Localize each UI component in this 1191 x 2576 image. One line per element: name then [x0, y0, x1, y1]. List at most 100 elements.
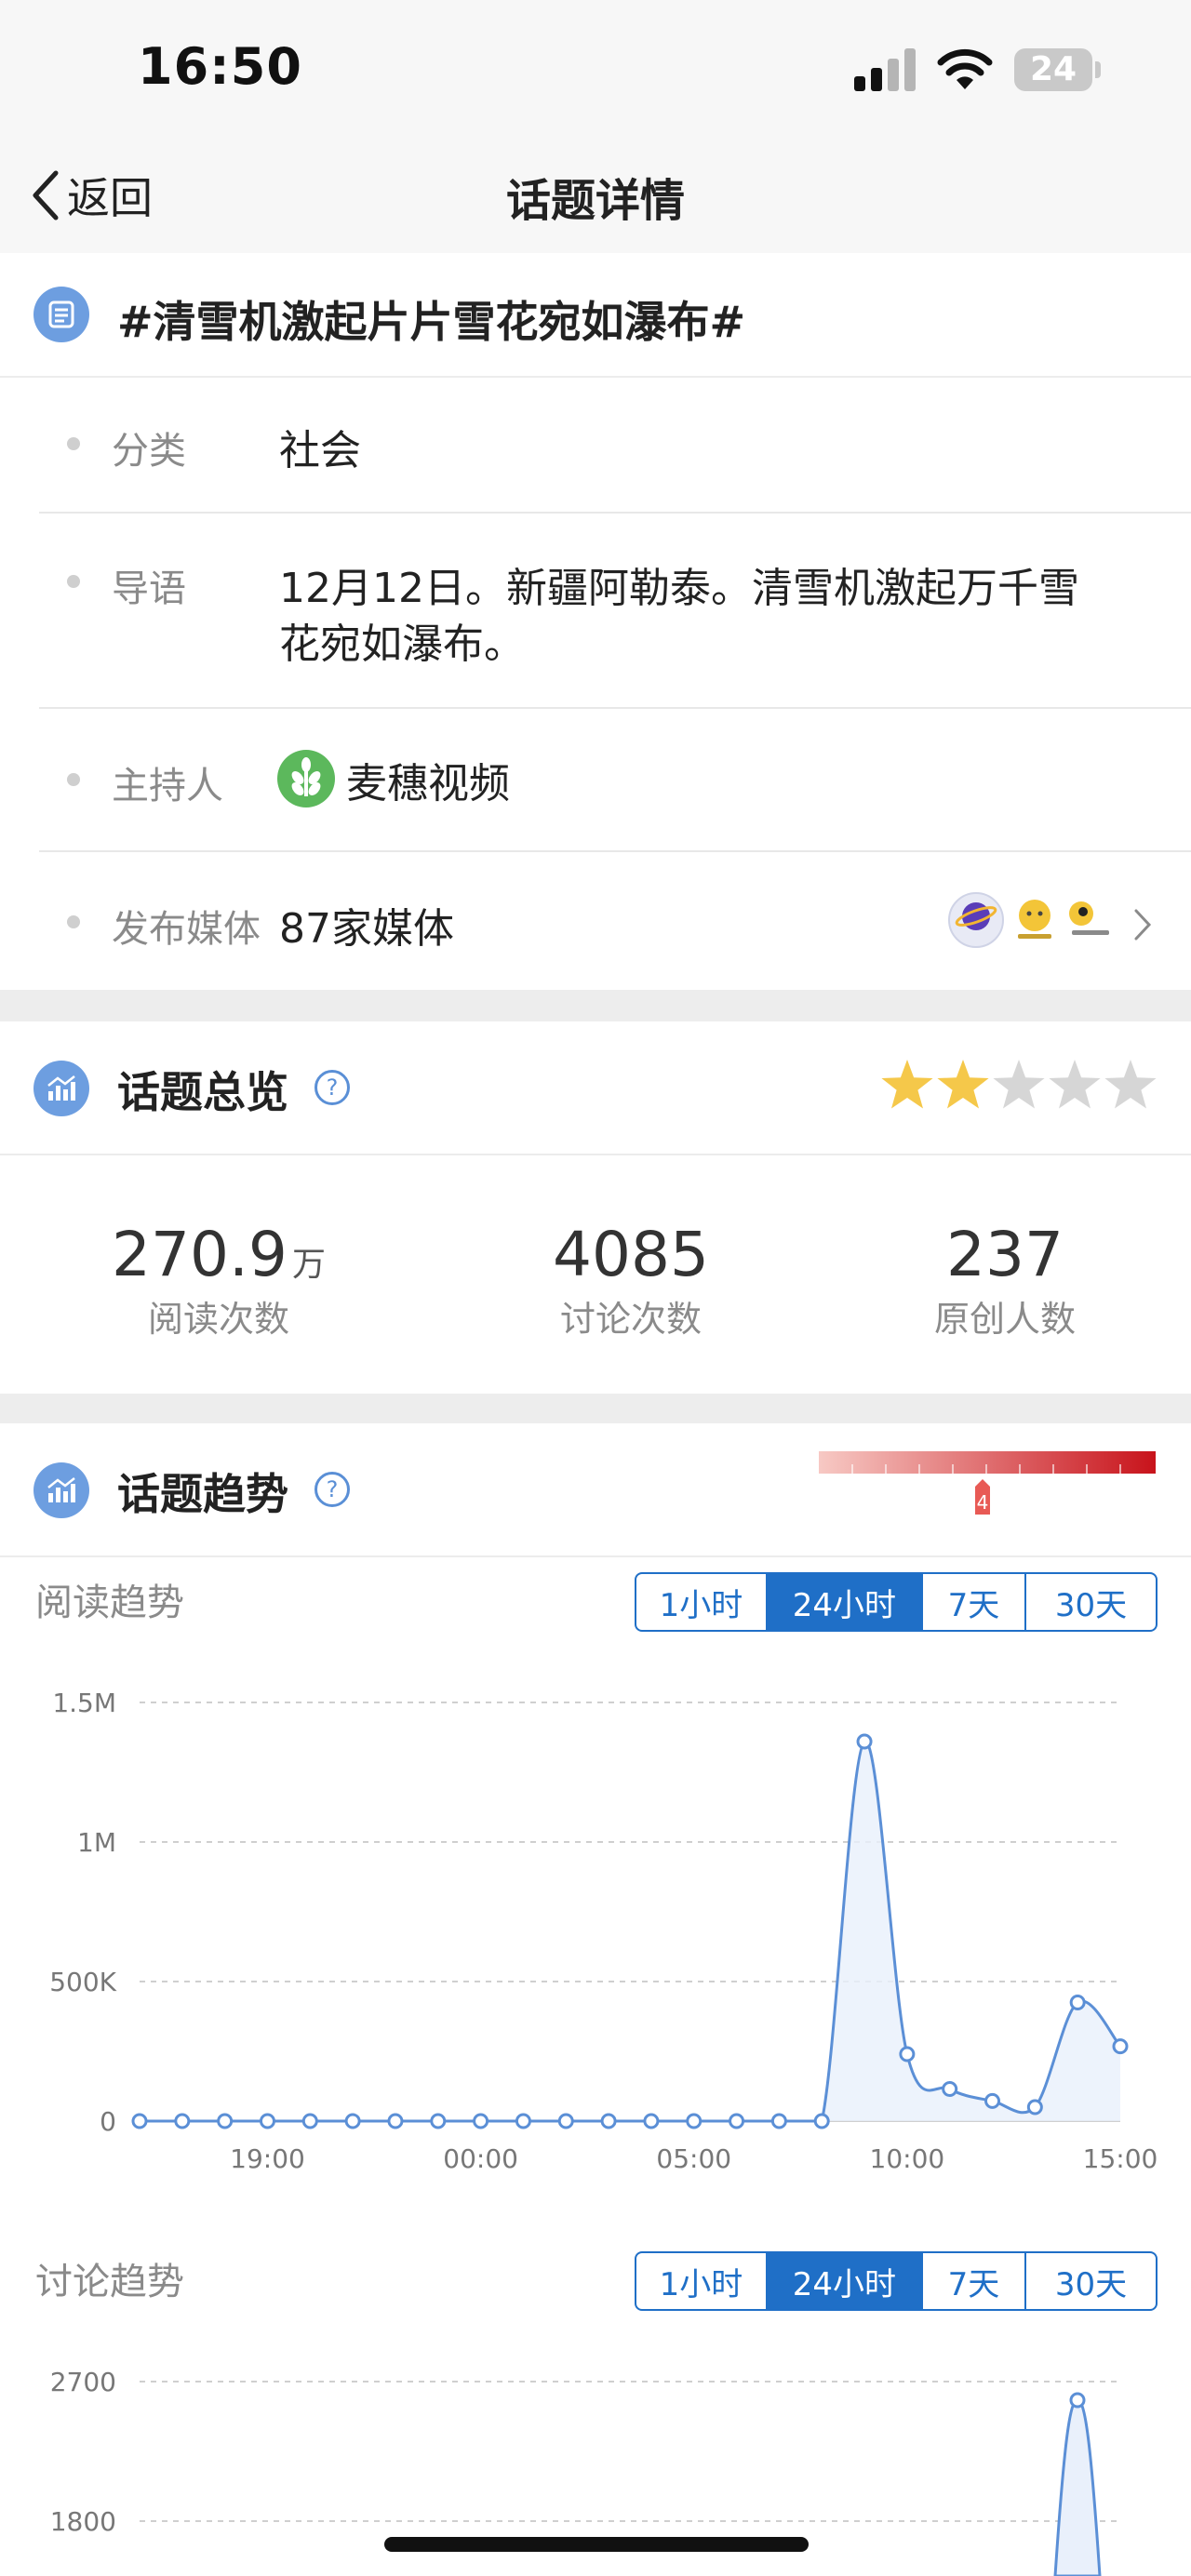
x-tick-label: 05:00 [656, 2143, 731, 2174]
data-point [643, 2113, 660, 2129]
star-filled-icon [937, 1060, 989, 1109]
help-icon[interactable]: ? [314, 1070, 350, 1105]
host-avatar-icon [277, 750, 335, 808]
stat-original: 237 原创人数 [819, 1219, 1191, 1341]
discuss-chart-title: 讨论趋势 [35, 2261, 184, 2303]
data-point [984, 2092, 1001, 2109]
topic-list-icon [33, 287, 89, 342]
section-divider [0, 1394, 1191, 1423]
nav-bar: 话题详情 返回 [0, 140, 1191, 255]
bullet-dot [67, 575, 80, 588]
data-point [686, 2113, 703, 2129]
stat-discuss-label: 讨论次数 [559, 1299, 702, 1340]
overview-stats: 270.9 万 阅读次数 4085 讨论次数 237 原创人数 [0, 1154, 1191, 1394]
range-tab-30d[interactable]: 30天 [1024, 2253, 1156, 2309]
data-point [131, 2113, 148, 2129]
data-point [770, 2113, 787, 2129]
data-point [1026, 2099, 1043, 2116]
media-label: 发布媒体 [112, 908, 261, 951]
y-tick-label: 1.5M [52, 1688, 116, 1718]
home-indicator [384, 2537, 809, 2552]
trend-header: 话题趋势 ? 4 [0, 1423, 1191, 1557]
range-tab-1h[interactable]: 1小时 [636, 1574, 766, 1630]
series-line [140, 1740, 1122, 2123]
page-title: 话题详情 [505, 175, 685, 227]
bullet-dot [67, 773, 80, 786]
data-point [813, 2113, 830, 2129]
media-logo-1-icon [948, 892, 1004, 948]
y-tick-label: 1M [77, 1827, 116, 1858]
y-tick-label: 0 [100, 2106, 116, 2137]
star-empty-icon [1104, 1060, 1157, 1109]
x-tick-label: 00:00 [443, 2143, 518, 2174]
data-point [217, 2113, 234, 2129]
battery-tip [1095, 61, 1101, 78]
data-point [899, 2046, 916, 2062]
data-point [430, 2113, 447, 2129]
overview-title: 话题总览 [117, 1067, 288, 1117]
media-value: 87家媒体 [279, 905, 454, 953]
status-bar: 16:50 24 [0, 0, 1191, 140]
x-tick-label: 19:00 [230, 2143, 305, 2174]
back-button[interactable]: 返回 [28, 166, 153, 225]
media-logo-2-icon [1018, 900, 1051, 939]
range-tab-30d[interactable]: 30天 [1024, 1574, 1156, 1630]
wifi-icon [937, 48, 993, 89]
range-tab-24h[interactable]: 24小时 [766, 2253, 921, 2309]
host-label: 主持人 [112, 765, 223, 808]
discuss-range-tabs[interactable]: 1小时 24小时 7天 30天 [635, 2251, 1158, 2311]
cellular-signal-icon [854, 48, 916, 91]
stat-original-label: 原创人数 [933, 1299, 1076, 1340]
data-point [387, 2113, 404, 2129]
chevron-right-icon[interactable] [1131, 906, 1154, 943]
heat-scale: 4 [819, 1451, 1156, 1515]
y-tick-label: 2700 [50, 2367, 116, 2397]
overview-header: 话题总览 ? [0, 1021, 1191, 1155]
y-tick-label: 500K [49, 1967, 116, 1997]
stat-discuss: 4085 讨论次数 [409, 1219, 852, 1341]
status-time: 16:50 [138, 37, 302, 96]
battery-icon: 24 [1014, 48, 1092, 91]
topic-header: #清雪机激起片片雪花宛如瀑布# [0, 253, 1191, 378]
intro-row: 导语 12月12日。新疆阿勒泰。清雪机激起万千雪 花宛如瀑布。 [39, 514, 1191, 709]
intro-label: 导语 [112, 567, 186, 610]
topic-title: #清雪机激起片片雪花宛如瀑布# [117, 297, 746, 347]
data-point [515, 2113, 531, 2129]
chart-bar-icon [33, 1061, 89, 1116]
back-label: 返回 [67, 173, 153, 223]
media-row[interactable]: 发布媒体 87家媒体 [39, 852, 1191, 990]
y-tick-label: 1800 [50, 2506, 116, 2537]
range-tab-7d[interactable]: 7天 [920, 2253, 1024, 2309]
stat-read-unit: 万 [292, 1246, 327, 1284]
range-tab-24h[interactable]: 24小时 [766, 1574, 921, 1630]
data-point [729, 2113, 745, 2129]
range-tab-1h[interactable]: 1小时 [636, 2253, 766, 2309]
data-point [1069, 2392, 1086, 2409]
chart-bar-icon [33, 1462, 89, 1518]
range-tab-7d[interactable]: 7天 [920, 1574, 1024, 1630]
heat-level: 4 [977, 1491, 989, 1514]
intro-value-line2: 花宛如瀑布。 [279, 621, 525, 668]
data-point [174, 2113, 191, 2129]
section-divider [0, 990, 1191, 1021]
rating-stars [881, 1060, 1157, 1109]
category-label: 分类 [112, 430, 186, 473]
intro-value-line1: 12月12日。新疆阿勒泰。清雪机激起万千雪 [279, 565, 1079, 612]
read-range-tabs[interactable]: 1小时 24小时 7天 30天 [635, 1572, 1158, 1632]
x-tick-label: 15:00 [1083, 2143, 1158, 2174]
data-point [259, 2113, 275, 2129]
category-value: 社会 [279, 427, 361, 474]
help-icon[interactable]: ? [314, 1472, 350, 1507]
data-point [856, 1733, 873, 1750]
stat-read-label: 阅读次数 [147, 1299, 289, 1340]
host-row[interactable]: 主持人 麦穗视频 [39, 709, 1191, 852]
data-point [557, 2113, 574, 2129]
x-tick-label: 10:00 [870, 2143, 945, 2174]
stat-discuss-value: 4085 [553, 1219, 709, 1290]
data-point [473, 2113, 489, 2129]
bullet-dot [67, 915, 80, 928]
bullet-dot [67, 437, 80, 450]
data-point [600, 2113, 617, 2129]
trend-title: 话题趋势 [117, 1469, 288, 1519]
data-point [301, 2113, 318, 2129]
